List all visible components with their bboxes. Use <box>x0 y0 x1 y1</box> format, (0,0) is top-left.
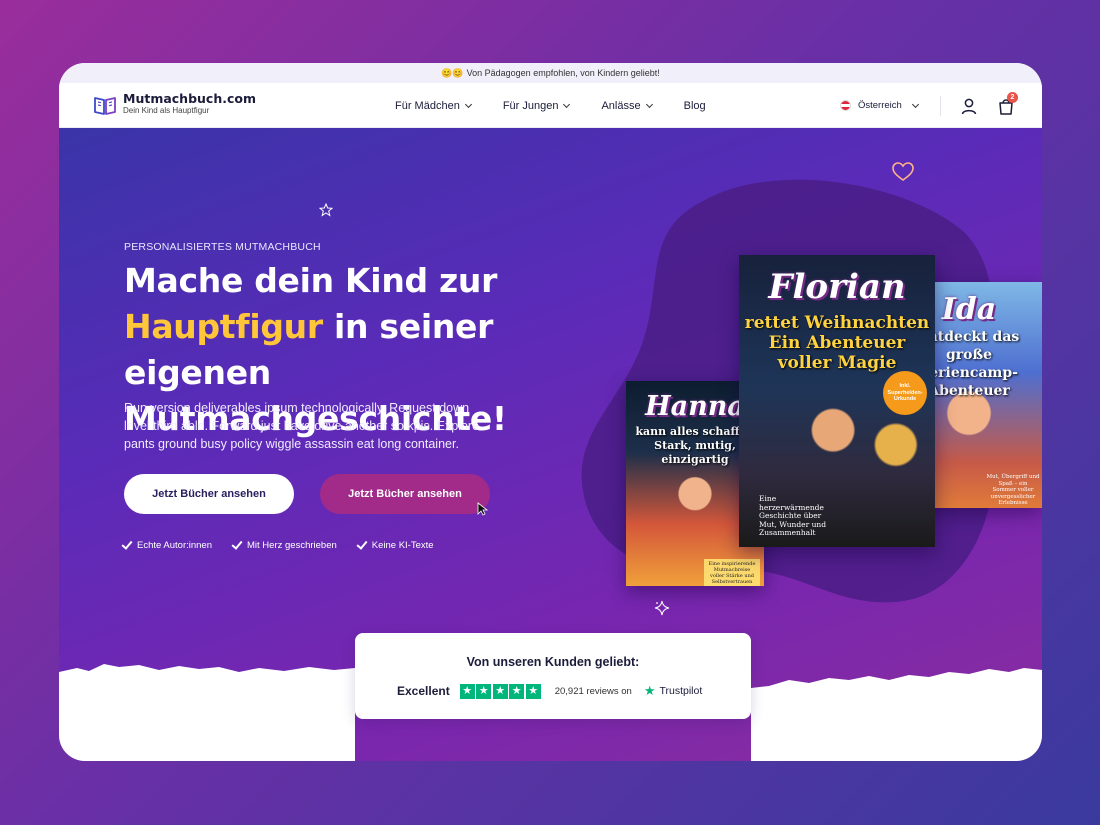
book-subtitle: rettet Weihnachten Ein Abenteuer voller … <box>744 313 930 373</box>
rating-stars: ★ ★ ★ ★ ★ <box>459 683 541 699</box>
trust-title: Von unseren Kunden geliebt: <box>466 655 640 669</box>
nav-label: Für Mädchen <box>395 99 460 112</box>
site-header: Mutmachbuch.com Dein Kind als Hauptfigur… <box>59 83 1042 128</box>
review-count: 20,921 reviews on <box>554 685 632 697</box>
feature-checklist: Echte Autor:innen Mit Herz geschrieben K… <box>121 537 434 551</box>
book-blurb: Mut, Übergriff und Spaß – ein Sommer vol… <box>986 474 1040 506</box>
nav-item-jungen[interactable]: Für Jungen <box>502 99 571 112</box>
mouse-pointer-icon <box>477 502 489 516</box>
feature-label: Echte Autor:innen <box>137 540 212 551</box>
view-books-button-secondary[interactable]: Jetzt Bücher ansehen <box>320 474 490 514</box>
nav-label: Anlässe <box>601 99 641 112</box>
cart-button[interactable]: 2 <box>997 92 1018 115</box>
chevron-down-icon <box>645 100 653 108</box>
headline-highlight: Hauptfigur <box>124 307 323 346</box>
star-icon: ★ <box>476 683 492 699</box>
announcement-bar: 😊😊 Von Pädagogen empfohlen, von Kindern … <box>59 63 1042 83</box>
trustpilot-card: Von unseren Kunden geliebt: Excellent ★ … <box>355 633 751 719</box>
book-blurb: Eine inspirierende Mutmachreise voller S… <box>704 559 760 586</box>
certificate-seal-badge: Inkl. Superhelden-Urkunde <box>883 371 927 415</box>
cart-count-badge: 2 <box>1007 92 1018 103</box>
trust-rating-row[interactable]: Excellent ★ ★ ★ ★ ★ 20,921 reviews on ★ … <box>397 683 702 699</box>
chevron-down-icon <box>464 100 472 108</box>
trustpilot-brand: Trustpilot <box>659 685 703 697</box>
nav-label: Für Jungen <box>502 99 559 112</box>
checkmark-icon <box>356 537 368 550</box>
chevron-down-icon <box>911 100 919 108</box>
chevron-down-icon <box>563 100 571 108</box>
logo-text: Mutmachbuch.com Dein Kind als Hauptfigur <box>123 91 256 116</box>
hero-section: PERSONALISIERTES MUTMACHBUCH Mache dein … <box>59 128 1042 761</box>
announcement-text: Von Pädagogen empfohlen, von Kindern gel… <box>466 68 660 78</box>
star-icon: ★ <box>525 683 541 699</box>
book-blurb: Eine herzerwärmende Geschichte über Mut,… <box>759 494 827 537</box>
browser-frame: 😊😊 Von Pädagogen empfohlen, von Kindern … <box>59 63 1042 761</box>
star-outline-icon <box>319 203 333 217</box>
main-nav: Für Mädchen Für Jungen Anlässe Blog <box>395 83 706 128</box>
star-icon: ★ <box>509 683 525 699</box>
checkmark-icon <box>231 537 243 550</box>
header-divider <box>940 96 941 116</box>
nav-item-anlaesse[interactable]: Anlässe <box>601 99 653 112</box>
nav-item-blog[interactable]: Blog <box>684 100 706 112</box>
hero-description: Run version deliverables ipsum technolog… <box>124 401 480 451</box>
feature-label: Mit Herz geschrieben <box>247 540 337 551</box>
logo-subtitle: Dein Kind als Hauptfigur <box>123 106 210 115</box>
nav-item-maedchen[interactable]: Für Mädchen <box>395 99 472 112</box>
feature-item: Keine KI-Texte <box>356 537 434 551</box>
nav-label: Blog <box>683 99 706 112</box>
feature-label: Keine KI-Texte <box>371 540 434 551</box>
checkmark-icon <box>121 537 133 550</box>
view-books-button-primary[interactable]: Jetzt Bücher ansehen <box>124 474 294 514</box>
user-account-icon[interactable] <box>960 97 978 115</box>
trustpilot-logo: ★ Trustpilot <box>644 683 702 699</box>
headline-line-1: Mache dein Kind zur <box>124 261 498 300</box>
hero-eyebrow: PERSONALISIERTES MUTMACHBUCH <box>124 241 321 253</box>
star-icon: ★ <box>459 683 475 699</box>
open-book-icon <box>94 97 116 115</box>
site-logo[interactable]: Mutmachbuch.com Dein Kind als Hauptfigur <box>93 91 256 117</box>
book-cover-florian[interactable]: Florian rettet Weihnachten Ein Abenteuer… <box>739 255 935 547</box>
star-icon: ★ <box>492 683 508 699</box>
sparkle-icon <box>654 600 670 616</box>
heart-outline-icon <box>892 162 914 181</box>
feature-item: Mit Herz geschrieben <box>231 537 337 551</box>
country-label: Österreich <box>858 100 902 111</box>
feature-item: Echte Autor:innen <box>121 537 212 551</box>
book-name: Florian <box>768 267 906 307</box>
country-selector[interactable]: Österreich <box>840 83 919 128</box>
logo-title: Mutmachbuch.com <box>123 91 257 106</box>
rating-label: Excellent <box>397 684 450 698</box>
smile-emoji-icon: 😊😊 <box>441 67 464 78</box>
austria-flag-icon <box>840 100 851 111</box>
trustpilot-star-icon: ★ <box>643 683 656 698</box>
